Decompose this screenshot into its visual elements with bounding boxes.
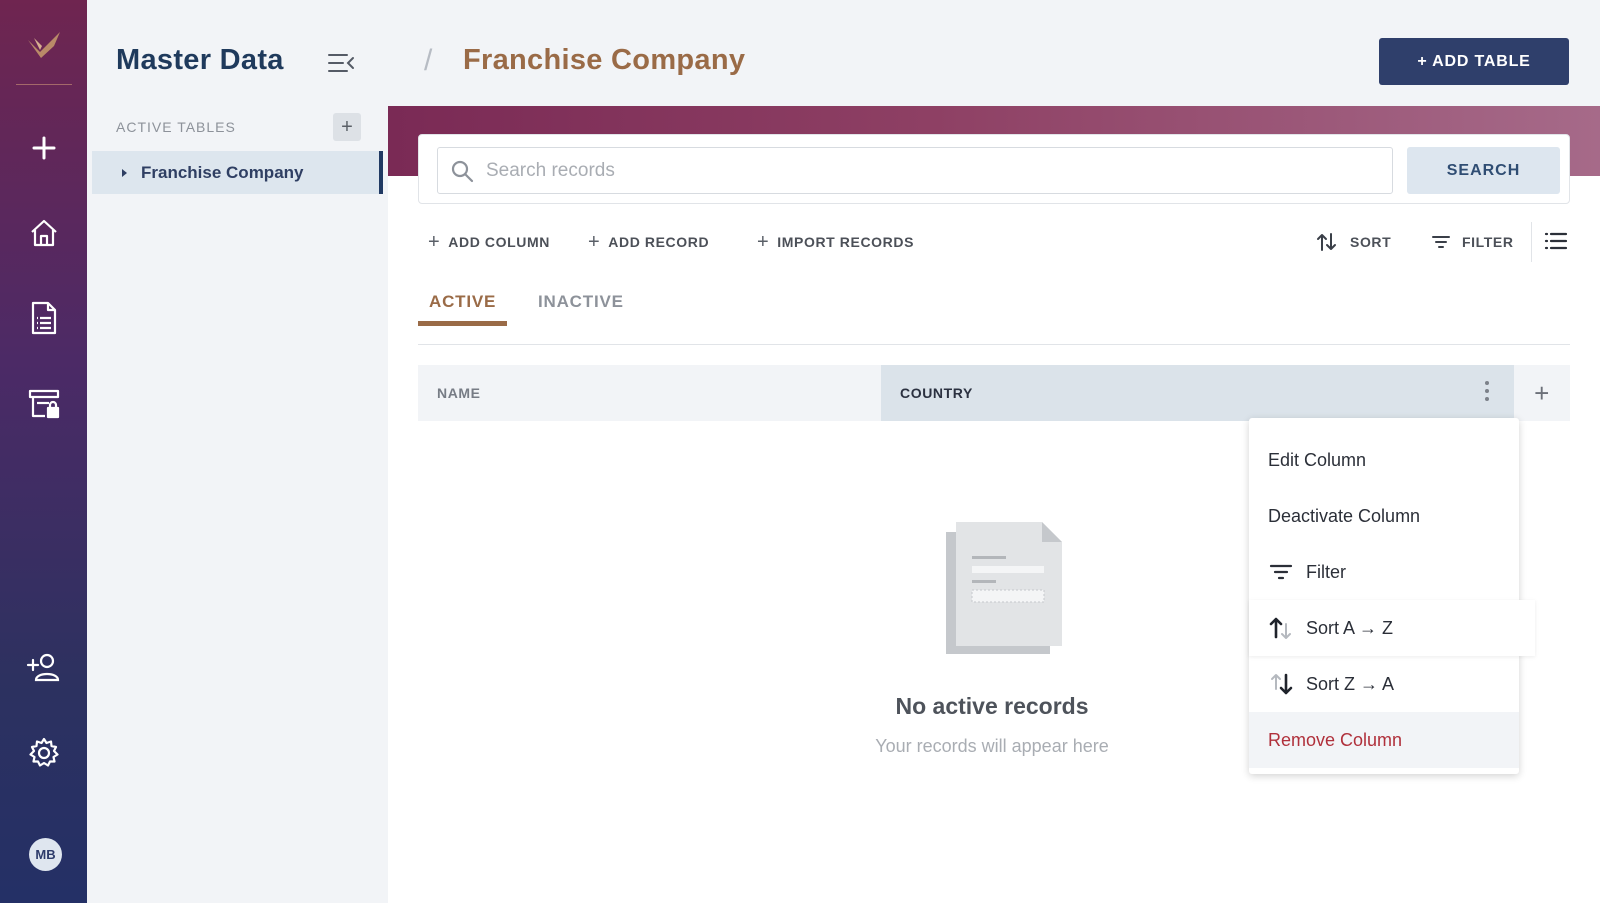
left-rail: MB	[0, 0, 87, 903]
menu-item-deactivate-column[interactable]: Deactivate Column	[1249, 488, 1519, 544]
breadcrumb-current: Franchise Company	[463, 44, 746, 76]
rail-divider	[16, 84, 72, 85]
search-button[interactable]: SEARCH	[1407, 147, 1560, 194]
breadcrumb-separator: /	[424, 44, 433, 77]
rail-create-button[interactable]	[22, 126, 66, 170]
import-records-label: IMPORT RECORDS	[777, 234, 915, 250]
add-active-table-button[interactable]: +	[333, 113, 361, 141]
logo-bird-icon[interactable]	[24, 26, 64, 62]
add-table-button[interactable]: + ADD TABLE	[1379, 38, 1569, 85]
add-record-label: ADD RECORD	[608, 234, 710, 250]
caret-right-icon	[122, 168, 127, 177]
rail-home-button[interactable]	[22, 211, 66, 255]
home-icon	[31, 219, 57, 247]
rail-users-button[interactable]	[22, 645, 66, 689]
side-panel-title: Master Data	[116, 44, 284, 76]
rail-settings-button[interactable]	[22, 731, 66, 775]
sort-label: SORT	[1350, 234, 1392, 250]
table-header: NAME COUNTRY +	[418, 365, 1570, 421]
column-options-icon[interactable]	[1484, 381, 1490, 405]
menu-item-remove-column[interactable]: Remove Column	[1249, 712, 1519, 768]
filter-icon	[1269, 564, 1293, 580]
add-user-icon	[26, 653, 60, 682]
add-column-header-button[interactable]: +	[1514, 365, 1570, 421]
menu-item-label: Edit Column	[1268, 449, 1367, 470]
menu-item-sort-z-a[interactable]: Sort Z → A	[1249, 656, 1519, 712]
tab-active[interactable]: ACTIVE	[429, 292, 496, 312]
empty-state-subtitle: Your records will appear here	[875, 736, 1109, 756]
plus-icon	[32, 136, 56, 160]
column-header-label: NAME	[437, 385, 481, 401]
sort-ascending-icon	[1269, 617, 1291, 639]
sort-button[interactable]: SORT	[1316, 230, 1391, 254]
import-records-button[interactable]: + IMPORT RECORDS	[757, 230, 914, 254]
collapse-menu-icon[interactable]	[326, 50, 356, 76]
plus-icon: +	[588, 230, 601, 253]
plus-icon: +	[757, 230, 770, 253]
menu-item-label: Sort A → Z	[1306, 617, 1394, 638]
empty-document-icon	[946, 522, 1062, 654]
filter-label: FILTER	[1462, 234, 1514, 250]
add-record-button[interactable]: + ADD RECORD	[588, 230, 709, 254]
menu-item-label: Sort Z → A	[1306, 673, 1395, 694]
top-bar: / Franchise Company + ADD TABLE	[388, 0, 1600, 106]
menu-item-filter[interactable]: Filter	[1249, 544, 1519, 600]
menu-item-edit-column[interactable]: Edit Column	[1249, 432, 1519, 488]
column-options-menu: Edit Column Deactivate Column Filter Sor…	[1249, 418, 1535, 774]
empty-state-title: No active records	[895, 693, 1089, 719]
search-box	[437, 147, 1393, 194]
rail-master-data-button[interactable]	[22, 381, 66, 425]
rail-documents-button[interactable]	[22, 296, 66, 340]
search-icon	[451, 160, 474, 182]
sidebar-item-franchise-company[interactable]: Franchise Company	[92, 151, 383, 194]
avatar[interactable]: MB	[29, 838, 62, 871]
active-tables-label: ACTIVE TABLES	[116, 119, 236, 135]
toolbar-divider	[1531, 222, 1532, 262]
column-header-country[interactable]: COUNTRY	[881, 365, 1514, 421]
menu-item-label: Deactivate Column	[1268, 505, 1421, 526]
menu-item-label: Filter	[1306, 561, 1346, 582]
plus-icon: +	[428, 230, 441, 253]
tabs-divider	[418, 344, 1570, 345]
search-input[interactable]	[486, 159, 1366, 182]
search-card: SEARCH	[418, 134, 1570, 204]
sort-icon	[1317, 233, 1336, 251]
gear-icon	[29, 737, 59, 767]
filter-icon	[1432, 236, 1450, 248]
side-panel: Master Data ACTIVE TABLES + Franchise Co…	[87, 0, 388, 903]
add-column-label: ADD COLUMN	[448, 234, 550, 250]
sort-descending-icon	[1271, 673, 1293, 695]
column-header-label: COUNTRY	[900, 385, 973, 401]
filter-button[interactable]: FILTER	[1432, 230, 1514, 254]
tab-inactive[interactable]: INACTIVE	[538, 292, 624, 312]
document-list-icon	[31, 301, 57, 335]
sidebar-item-label: Franchise Company	[141, 162, 304, 182]
column-header-name[interactable]: NAME	[418, 365, 881, 421]
menu-item-sort-a-z[interactable]: Sort A → Z	[1249, 600, 1535, 656]
menu-item-label: Remove Column	[1268, 729, 1403, 750]
table-lock-icon	[28, 389, 60, 419]
add-column-button[interactable]: + ADD COLUMN	[428, 230, 550, 254]
active-tab-indicator	[418, 321, 507, 326]
list-view-icon[interactable]	[1544, 231, 1568, 251]
